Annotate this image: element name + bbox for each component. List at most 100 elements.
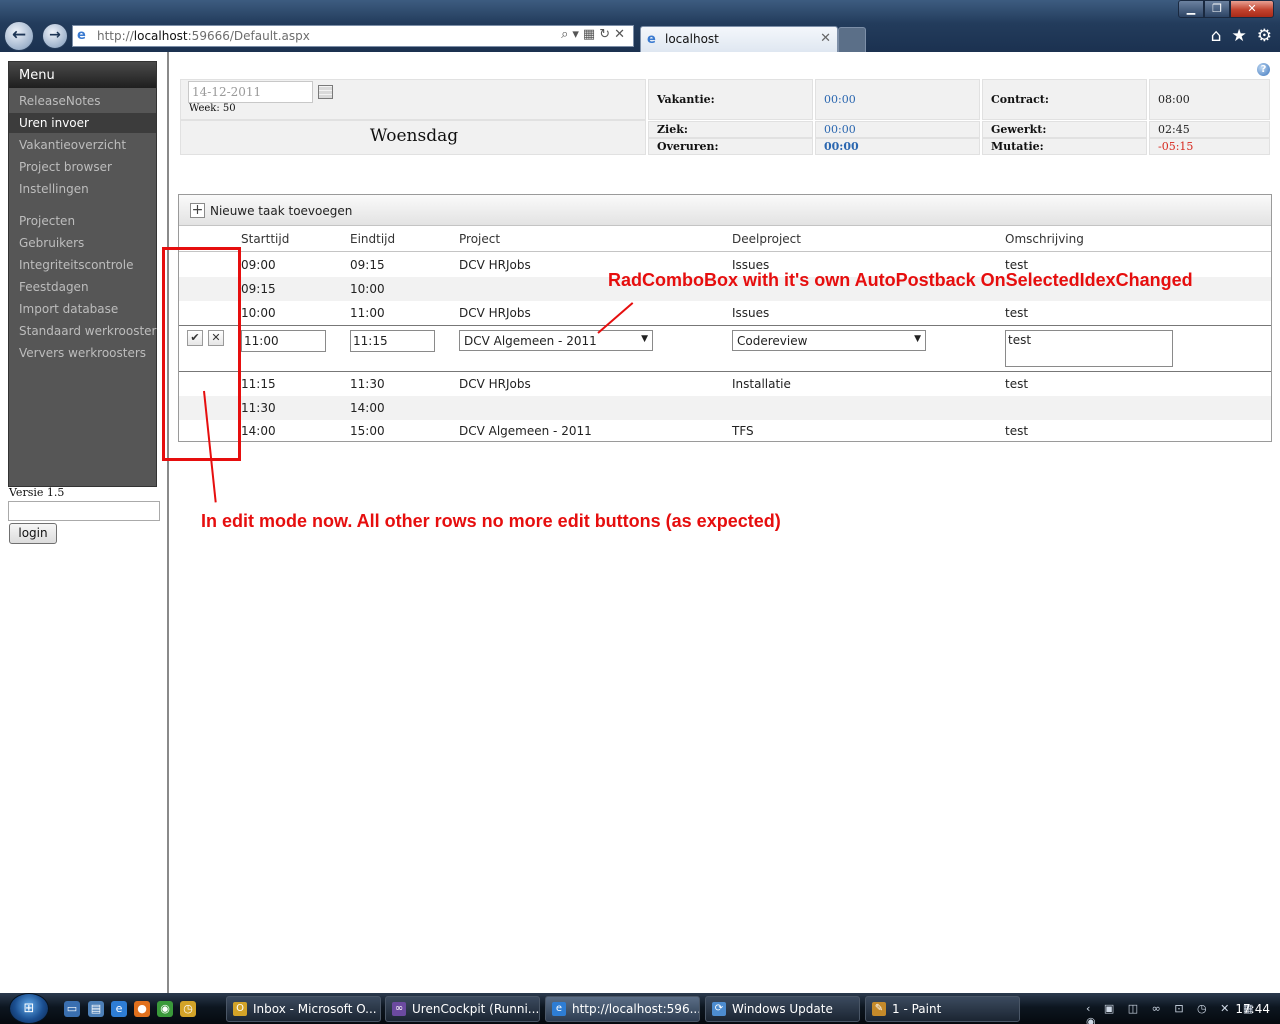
column-header-eindtijd[interactable]: Eindtijd <box>350 232 395 246</box>
grid-header: Starttijd Eindtijd Project Deelproject O… <box>179 226 1271 252</box>
compat-view-icon[interactable]: ▦ <box>583 27 599 42</box>
clock[interactable]: 17:44 <box>1235 1002 1270 1016</box>
login-button[interactable]: login <box>9 523 57 544</box>
address-url[interactable]: http://localhost:59666/Default.aspx <box>97 29 310 43</box>
address-bar[interactable]: e http://localhost:59666/Default.aspx ⌕▾… <box>72 25 634 47</box>
search-icon[interactable]: ⌕ <box>561 27 572 42</box>
gewerkt-value: 02:45 <box>1149 121 1270 138</box>
refresh-icon[interactable]: ↻ <box>599 27 614 42</box>
table-row[interactable]: 11:30 14:00 <box>179 396 1271 420</box>
minimize-button[interactable]: ▁ <box>1178 0 1204 18</box>
internet-explorer-icon[interactable]: e <box>111 1001 127 1017</box>
show-desktop-icon[interactable]: ▭ <box>64 1001 80 1017</box>
taskbar-item-visual-studio[interactable]: ∞ UrenCockpit (Runni... <box>385 996 540 1022</box>
window-controls: ▁ ❐ ✕ <box>1178 0 1274 18</box>
version-label: Versie 1.5 <box>9 486 65 499</box>
dropdown-icon[interactable]: ▾ <box>572 27 583 42</box>
table-row[interactable]: 14:00 15:00 DCV Algemeen - 2011 TFS test <box>179 419 1271 443</box>
sidebar-item-integriteitscontrole[interactable]: Integriteitscontrole <box>9 255 156 275</box>
new-tab-button[interactable] <box>838 27 866 52</box>
omschrijving-textarea[interactable]: test <box>1005 330 1173 367</box>
back-button[interactable]: ← <box>4 21 34 51</box>
close-tab-icon[interactable]: ✕ <box>820 31 831 46</box>
cell-project: DCV Algemeen - 2011 <box>459 424 592 438</box>
sidebar-item-projecten[interactable]: Projecten <box>9 211 156 231</box>
eindtijd-input[interactable]: 11:15 <box>350 330 435 352</box>
column-header-project[interactable]: Project <box>459 232 500 246</box>
chevron-down-icon[interactable]: ▼ <box>914 334 921 344</box>
ie-tab-icon: e <box>647 32 656 47</box>
chevron-down-icon[interactable]: ▼ <box>641 334 648 344</box>
cell-project: DCV HRJobs <box>459 377 531 391</box>
table-row[interactable]: 10:00 11:00 DCV HRJobs Issues test <box>179 301 1271 325</box>
cell-omschrijving: test <box>1005 306 1029 320</box>
taskbar-item-paint[interactable]: ✎ 1 - Paint <box>865 996 1020 1022</box>
sidebar-item-uren-invoer[interactable]: Uren invoer <box>9 113 156 133</box>
cell-end: 10:00 <box>350 282 385 296</box>
tasks-grid: + Nieuwe taak toevoegen Starttijd Eindti… <box>178 194 1272 442</box>
vakantie-value: 00:00 <box>815 79 980 120</box>
outlook-icon[interactable]: ◷ <box>180 1001 196 1017</box>
taskbar-item-internet-explorer[interactable]: e http://localhost:596... <box>545 996 700 1022</box>
table-row[interactable]: 11:15 11:30 DCV HRJobs Installatie test <box>179 372 1271 396</box>
sidebar-menu: Menu ReleaseNotes Uren invoer Vakantieov… <box>8 61 157 487</box>
deelproject-combobox-value: Codereview <box>737 334 808 348</box>
cell-start: 14:00 <box>241 424 276 438</box>
starttijd-input[interactable]: 11:00 <box>241 330 326 352</box>
column-header-omschrijving[interactable]: Omschrijving <box>1005 232 1084 246</box>
sidebar-item-import-database[interactable]: Import database <box>9 299 156 319</box>
chrome-icon[interactable]: ◉ <box>157 1001 173 1017</box>
sidebar-item-vakantieoverzicht[interactable]: Vakantieoverzicht <box>9 135 156 155</box>
back-arrow-icon: ← <box>11 25 27 45</box>
help-icon[interactable]: ? <box>1257 63 1270 76</box>
address-tools[interactable]: ⌕▾▦↻✕ <box>561 27 629 42</box>
cell-end: 14:00 <box>350 401 385 415</box>
taskbar-item-windows-update[interactable]: ⟳ Windows Update <box>705 996 860 1022</box>
firefox-icon[interactable]: ● <box>134 1001 150 1017</box>
favorites-star-icon[interactable]: ★ <box>1232 26 1247 46</box>
column-header-deelproject[interactable]: Deelproject <box>732 232 801 246</box>
page-content: Menu ReleaseNotes Uren invoer Vakantieov… <box>0 52 1280 993</box>
menu-title: Menu <box>9 62 156 88</box>
vakantie-label: Vakantie: <box>648 79 813 120</box>
annotation-edit-note: In edit mode now. All other rows no more… <box>201 511 781 531</box>
cell-deelproject: Issues <box>732 306 770 320</box>
outlook-task-icon: O <box>233 1002 247 1016</box>
settings-gear-icon[interactable]: ⚙ <box>1257 26 1272 46</box>
windows-update-icon: ⟳ <box>712 1002 726 1016</box>
maximize-button[interactable]: ❐ <box>1204 0 1230 18</box>
week-label: Week: 50 <box>189 103 236 114</box>
add-icon[interactable]: + <box>190 203 205 218</box>
sidebar-item-instellingen[interactable]: Instellingen <box>9 179 156 199</box>
project-combobox-value: DCV Algemeen - 2011 <box>464 334 597 348</box>
date-input[interactable]: 14-12-2011 <box>188 81 313 103</box>
close-window-button[interactable]: ✕ <box>1230 0 1274 18</box>
cell-end: 11:00 <box>350 306 385 320</box>
ziek-label: Ziek: <box>648 121 813 138</box>
switch-windows-icon[interactable]: ▤ <box>88 1001 104 1017</box>
ie-task-icon: e <box>552 1002 566 1016</box>
login-input[interactable] <box>8 501 160 521</box>
browser-tab[interactable]: e localhost ✕ <box>640 26 838 52</box>
cell-deelproject: TFS <box>732 424 754 438</box>
overuren-value: 00:00 <box>815 138 980 155</box>
calendar-icon[interactable] <box>318 85 333 99</box>
stop-icon[interactable]: ✕ <box>614 27 629 42</box>
add-task-button[interactable]: Nieuwe taak toevoegen <box>210 204 352 218</box>
deelproject-combobox[interactable]: Codereview ▼ <box>732 330 926 351</box>
sidebar-item-project-browser[interactable]: Project browser <box>9 157 156 177</box>
column-header-starttijd[interactable]: Starttijd <box>241 232 289 246</box>
gewerkt-label: Gewerkt: <box>982 121 1147 138</box>
start-button[interactable]: ⊞ <box>9 993 49 1024</box>
sidebar-item-releasenotes[interactable]: ReleaseNotes <box>9 91 156 111</box>
sidebar-item-gebruikers[interactable]: Gebruikers <box>9 233 156 253</box>
sidebar-item-feestdagen[interactable]: Feestdagen <box>9 277 156 297</box>
windows-taskbar: ⊞ ▭ ▤ e ● ◉ ◷ O Inbox - Microsoft O... ∞ U… <box>0 993 1280 1024</box>
sidebar-item-ververs-werkroosters[interactable]: Ververs werkroosters <box>9 343 156 363</box>
sidebar-item-standaard-werkrooster[interactable]: Standaard werkrooster <box>9 321 156 341</box>
home-icon[interactable]: ⌂ <box>1211 26 1222 46</box>
taskbar-item-outlook[interactable]: O Inbox - Microsoft O... <box>226 996 381 1022</box>
project-combobox[interactable]: DCV Algemeen - 2011 ▼ <box>459 330 653 351</box>
forward-button[interactable]: → <box>42 23 68 49</box>
cell-project: DCV HRJobs <box>459 306 531 320</box>
